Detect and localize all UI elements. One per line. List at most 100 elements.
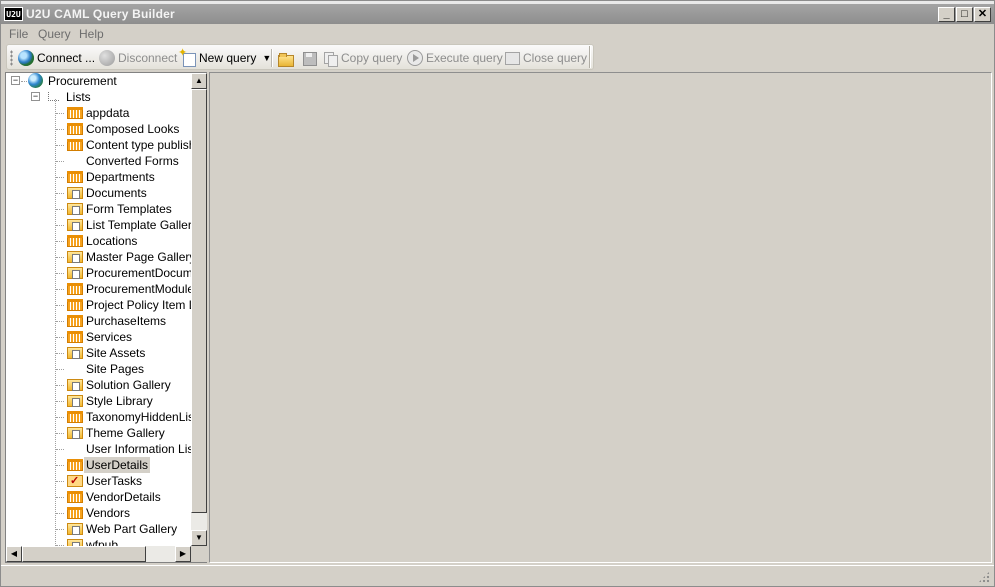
list-icon bbox=[67, 283, 83, 295]
scroll-right-icon[interactable]: ▶ bbox=[175, 546, 191, 562]
vertical-scrollbar[interactable]: ▲ ▼ bbox=[191, 73, 207, 546]
tree-line bbox=[56, 369, 64, 370]
disconnect-label: Disconnect bbox=[118, 51, 178, 65]
tree-panel: − Procurement − Lists appdata Composed Lo… bbox=[5, 72, 207, 563]
tree-line bbox=[56, 417, 64, 418]
tree-item-label: Style Library bbox=[86, 394, 153, 408]
tree-item-label: ProcurementDocuments bbox=[86, 266, 191, 280]
tree-line bbox=[56, 353, 64, 354]
tree-item[interactable]: Locations bbox=[6, 233, 191, 249]
menu-query[interactable]: Query bbox=[38, 27, 71, 41]
new-query-label: New query bbox=[199, 51, 257, 65]
save-button[interactable] bbox=[301, 49, 317, 67]
disconnect-button[interactable]: Disconnect bbox=[99, 49, 177, 67]
execute-query-button[interactable]: Execute query bbox=[407, 49, 503, 67]
tree-item[interactable]: ProcurementModuleEx bbox=[6, 281, 191, 297]
scrollbar-thumb[interactable] bbox=[191, 89, 207, 513]
tree-item[interactable]: wfpub bbox=[6, 537, 191, 546]
site-globe-icon bbox=[28, 73, 43, 88]
tree-item[interactable]: Content type publishing bbox=[6, 137, 191, 153]
list-icon bbox=[67, 411, 83, 423]
list-icon bbox=[67, 107, 83, 119]
tree-item[interactable]: Style Library bbox=[6, 393, 191, 409]
tree-line bbox=[56, 161, 64, 162]
tree-item[interactable]: PurchaseItems bbox=[6, 313, 191, 329]
tree-item[interactable]: Departments bbox=[6, 169, 191, 185]
tree-item[interactable]: ProcurementDocuments bbox=[6, 265, 191, 281]
tree-item[interactable]: Vendors bbox=[6, 505, 191, 521]
tree-item[interactable]: Solution Gallery bbox=[6, 377, 191, 393]
tree-item-label: Master Page Gallery bbox=[86, 250, 191, 264]
close-query-icon bbox=[504, 50, 520, 66]
tree-view[interactable]: − Procurement − Lists appdata Composed Lo… bbox=[6, 73, 191, 546]
minimize-button[interactable]: _ bbox=[938, 7, 955, 22]
tree-item[interactable]: Project Policy Item List bbox=[6, 297, 191, 313]
close-query-button[interactable]: Close query bbox=[504, 49, 587, 67]
chevron-down-icon[interactable]: ▼ bbox=[262, 53, 271, 63]
tree-line bbox=[56, 193, 64, 194]
open-button[interactable] bbox=[277, 49, 294, 67]
tree-item[interactable]: appdata bbox=[6, 105, 191, 121]
tree-line bbox=[56, 321, 64, 322]
tree-line bbox=[56, 385, 64, 386]
tree-item[interactable]: User Information List bbox=[6, 441, 191, 457]
tree-item[interactable]: Composed Looks bbox=[6, 121, 191, 137]
tree-line bbox=[56, 513, 64, 514]
tree-item[interactable]: List Template Gallery bbox=[6, 217, 191, 233]
tree-node-root[interactable]: − Procurement bbox=[6, 73, 191, 89]
list-icon bbox=[67, 299, 83, 311]
tree-item[interactable]: Site Pages bbox=[6, 361, 191, 377]
close-button[interactable]: ✕ bbox=[974, 7, 991, 22]
save-icon bbox=[301, 50, 317, 66]
menu-help[interactable]: Help bbox=[79, 27, 104, 41]
tree-item[interactable]: TaxonomyHiddenList bbox=[6, 409, 191, 425]
list-icon bbox=[67, 459, 83, 471]
tree-item-label: Web Part Gallery bbox=[86, 522, 178, 536]
list-icon bbox=[67, 491, 83, 503]
tree-item[interactable]: VendorDetails bbox=[6, 489, 191, 505]
tree-item[interactable]: Web Part Gallery bbox=[6, 521, 191, 537]
toolbar-grip[interactable] bbox=[10, 50, 13, 66]
scroll-up-icon[interactable]: ▲ bbox=[191, 73, 207, 89]
collapse-icon[interactable]: − bbox=[11, 76, 20, 85]
scroll-left-icon[interactable]: ◀ bbox=[6, 546, 22, 562]
tree-line bbox=[56, 465, 64, 466]
menu-file[interactable]: File bbox=[9, 27, 28, 41]
horizontal-scrollbar[interactable]: ◀ ▶ bbox=[6, 546, 191, 562]
toolbar: Connect ... Disconnect New query ▼ Copy … bbox=[6, 44, 594, 70]
tree-item[interactable]: Converted Forms bbox=[6, 153, 191, 169]
app-logo-icon: U2U bbox=[4, 7, 23, 21]
tree-item-label: Vendors bbox=[86, 506, 131, 520]
list-icon bbox=[67, 139, 83, 151]
title-bar[interactable]: U2U U2U CAML Query Builder _ □ ✕ bbox=[1, 4, 994, 24]
tree-item-label: Site Assets bbox=[86, 346, 146, 360]
maximize-button[interactable]: □ bbox=[956, 7, 973, 22]
disconnect-icon bbox=[99, 50, 115, 66]
scroll-down-icon[interactable]: ▼ bbox=[191, 530, 207, 546]
copy-query-button[interactable]: Copy query bbox=[322, 49, 402, 67]
connect-button[interactable]: Connect ... bbox=[18, 49, 95, 67]
tree-item[interactable]: Form Templates bbox=[6, 201, 191, 217]
tree-item-label: Site Pages bbox=[86, 362, 145, 376]
tree-line bbox=[56, 529, 64, 530]
tree-item[interactable]: Services bbox=[6, 329, 191, 345]
tree-item[interactable]: Theme Gallery bbox=[6, 425, 191, 441]
resize-grip-icon[interactable] bbox=[978, 571, 990, 583]
tree-node-lists[interactable]: − Lists bbox=[6, 89, 191, 105]
tree-line bbox=[56, 433, 64, 434]
tree-item[interactable]: UserTasks bbox=[6, 473, 191, 489]
new-query-button[interactable]: New query ▼ bbox=[178, 46, 271, 67]
list-icon bbox=[67, 331, 83, 343]
scrollbar-thumb[interactable] bbox=[22, 546, 146, 562]
document-library-icon bbox=[67, 251, 83, 263]
tree-item-label: Theme Gallery bbox=[86, 426, 165, 440]
tree-item[interactable]: Site Assets bbox=[6, 345, 191, 361]
tree-line bbox=[56, 145, 64, 146]
tree-item[interactable]: Documents bbox=[6, 185, 191, 201]
copy-query-label: Copy query bbox=[341, 51, 403, 65]
tree-item-label: Solution Gallery bbox=[86, 378, 171, 392]
tree-item[interactable]: Master Page Gallery bbox=[6, 249, 191, 265]
query-workspace[interactable] bbox=[209, 72, 992, 563]
collapse-icon[interactable]: − bbox=[31, 92, 40, 101]
tree-item[interactable]: UserDetails bbox=[6, 457, 191, 473]
